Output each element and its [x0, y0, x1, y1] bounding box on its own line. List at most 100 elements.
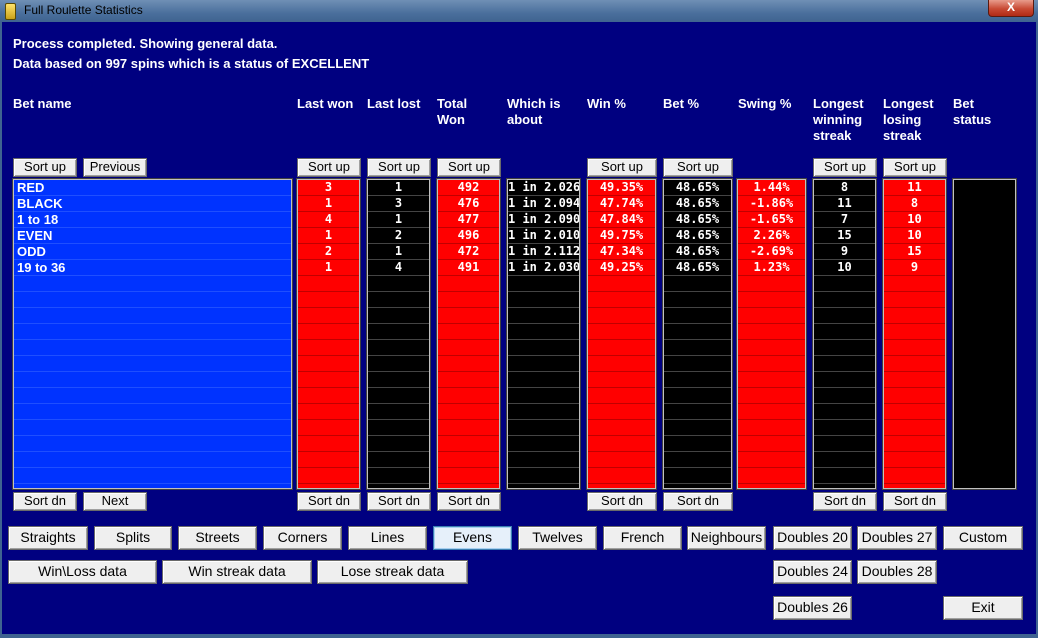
table-cell [954, 372, 1015, 388]
close-button[interactable]: X [988, 0, 1034, 17]
table-cell[interactable]: ODD [14, 244, 291, 260]
sort-up-longest-winning-button[interactable]: Sort up [813, 158, 877, 177]
header-bet-name: Bet name [13, 96, 72, 111]
table-cell [298, 308, 359, 324]
next-button[interactable]: Next [83, 492, 147, 511]
table-cell: 9 [814, 244, 875, 260]
lines-button[interactable]: Lines [348, 526, 427, 550]
sort-up-win-pct-button[interactable]: Sort up [587, 158, 657, 177]
table-cell [954, 260, 1015, 276]
table-cell: 1 in 2.094 [508, 196, 579, 212]
table-cell [508, 388, 579, 404]
table-cell [438, 372, 499, 388]
table-cell[interactable] [14, 356, 291, 372]
win-loss-data-button[interactable]: Win\Loss data [8, 560, 157, 584]
sort-dn-last-lost-button[interactable]: Sort dn [367, 492, 431, 511]
table-cell[interactable] [14, 308, 291, 324]
table-cell [738, 420, 805, 436]
table-cell[interactable] [14, 324, 291, 340]
table-cell[interactable] [14, 404, 291, 420]
table-cell [664, 452, 731, 468]
sort-up-bet-name-button[interactable]: Sort up [13, 158, 77, 177]
table-cell[interactable]: EVEN [14, 228, 291, 244]
table-cell [954, 276, 1015, 292]
streets-button[interactable]: Streets [178, 526, 257, 550]
exit-button[interactable]: Exit [943, 596, 1023, 620]
evens-button[interactable]: Evens [433, 526, 512, 550]
table-cell [368, 292, 429, 308]
table-cell: 1 [298, 196, 359, 212]
table-cell [298, 372, 359, 388]
sort-dn-longest-losing-button[interactable]: Sort dn [883, 492, 947, 511]
table-cell [368, 404, 429, 420]
table-cell [814, 340, 875, 356]
table-cell [588, 308, 655, 324]
doubles-28-button[interactable]: Doubles 28 [857, 560, 937, 584]
table-cell [954, 452, 1015, 468]
table-cell[interactable]: BLACK [14, 196, 291, 212]
table-cell[interactable]: RED [14, 180, 291, 196]
table-cell [368, 436, 429, 452]
table-cell [438, 340, 499, 356]
table-cell[interactable] [14, 276, 291, 292]
sort-up-last-won-button[interactable]: Sort up [297, 158, 361, 177]
table-cell [508, 292, 579, 308]
sort-up-longest-losing-button[interactable]: Sort up [883, 158, 947, 177]
twelves-button[interactable]: Twelves [518, 526, 597, 550]
table-cell [438, 308, 499, 324]
french-button[interactable]: French [603, 526, 682, 550]
table-cell [814, 372, 875, 388]
sort-up-last-lost-button[interactable]: Sort up [367, 158, 431, 177]
table-cell [954, 340, 1015, 356]
table-cell[interactable] [14, 292, 291, 308]
straights-button[interactable]: Straights [8, 526, 88, 550]
sort-dn-last-won-button[interactable]: Sort dn [297, 492, 361, 511]
bet-name-column[interactable]: RED BLACK 1 to 18 EVEN ODD 19 to 36 [12, 178, 293, 490]
table-cell: 2 [298, 244, 359, 260]
neighbours-button[interactable]: Neighbours [687, 526, 766, 550]
table-cell[interactable]: 1 to 18 [14, 212, 291, 228]
custom-button[interactable]: Custom [943, 526, 1023, 550]
table-cell [588, 356, 655, 372]
table-cell [954, 420, 1015, 436]
win-streak-data-button[interactable]: Win streak data [162, 560, 312, 584]
table-cell [814, 468, 875, 484]
lose-streak-data-button[interactable]: Lose streak data [317, 560, 468, 584]
table-cell: 1 [368, 244, 429, 260]
table-cell[interactable] [14, 452, 291, 468]
table-cell[interactable] [14, 340, 291, 356]
table-cell [588, 276, 655, 292]
table-cell [508, 308, 579, 324]
sort-dn-bet-name-button[interactable]: Sort dn [13, 492, 77, 511]
status-line-2: Data based on 997 spins which is a statu… [13, 56, 370, 71]
doubles-24-button[interactable]: Doubles 24 [773, 560, 852, 584]
table-cell: 48.65% [664, 260, 731, 276]
table-cell[interactable] [14, 388, 291, 404]
table-cell[interactable] [14, 372, 291, 388]
sort-dn-bet-pct-button[interactable]: Sort dn [663, 492, 733, 511]
table-cell: 1 in 2.030 [508, 260, 579, 276]
table-cell[interactable] [14, 420, 291, 436]
previous-button[interactable]: Previous [83, 158, 147, 177]
table-cell[interactable] [14, 436, 291, 452]
doubles-27-button[interactable]: Doubles 27 [857, 526, 937, 550]
sort-dn-win-pct-button[interactable]: Sort dn [587, 492, 657, 511]
table-cell[interactable] [14, 468, 291, 484]
doubles-20-button[interactable]: Doubles 20 [773, 526, 852, 550]
sort-dn-total-won-button[interactable]: Sort dn [437, 492, 501, 511]
table-cell: 10 [884, 212, 945, 228]
table-cell [368, 356, 429, 372]
table-cell: 48.65% [664, 228, 731, 244]
doubles-26-button[interactable]: Doubles 26 [773, 596, 852, 620]
table-cell [814, 292, 875, 308]
corners-button[interactable]: Corners [263, 526, 342, 550]
sort-up-total-won-button[interactable]: Sort up [437, 158, 501, 177]
table-cell [738, 372, 805, 388]
table-cell [664, 372, 731, 388]
sort-up-bet-pct-button[interactable]: Sort up [663, 158, 733, 177]
table-cell [588, 436, 655, 452]
table-cell [664, 420, 731, 436]
sort-dn-longest-winning-button[interactable]: Sort dn [813, 492, 877, 511]
table-cell[interactable]: 19 to 36 [14, 260, 291, 276]
splits-button[interactable]: Splits [94, 526, 172, 550]
